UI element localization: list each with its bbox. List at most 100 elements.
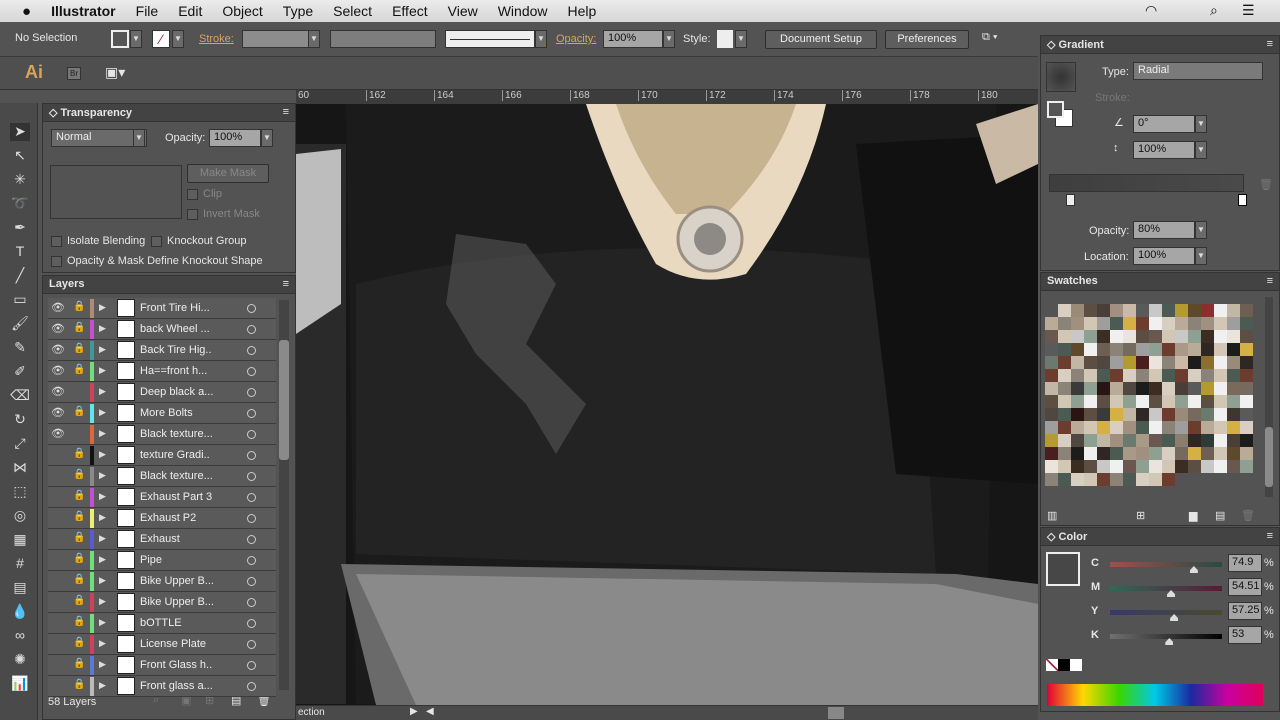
swatch[interactable] (1123, 343, 1136, 356)
swatch[interactable] (1175, 421, 1188, 434)
layer-name[interactable]: Exhaust (140, 533, 180, 545)
swatch[interactable] (1149, 317, 1162, 330)
menu-effect[interactable]: Effect (392, 3, 428, 19)
swatch[interactable] (1045, 382, 1058, 395)
swatch[interactable] (1136, 460, 1149, 473)
swatch[interactable] (1227, 317, 1240, 330)
layer-name[interactable]: More Bolts (140, 407, 193, 419)
swatch[interactable] (1162, 473, 1175, 486)
target-circle-icon[interactable] (247, 493, 256, 502)
horizontal-scrollbar[interactable] (828, 707, 844, 719)
swatch[interactable] (1097, 447, 1110, 460)
swatch[interactable] (1123, 369, 1136, 382)
stroke-dropdown[interactable]: ▼ (172, 30, 184, 48)
swatch[interactable] (1097, 330, 1110, 343)
opacity-label[interactable]: Opacity: (556, 33, 596, 45)
layer-name[interactable]: Deep black a... (140, 386, 213, 398)
swatch[interactable] (1149, 369, 1162, 382)
swatch[interactable] (1201, 447, 1214, 460)
menu-file[interactable]: File (136, 3, 159, 19)
target-circle-icon[interactable] (247, 430, 256, 439)
swatch[interactable] (1162, 369, 1175, 382)
swatch[interactable] (1136, 356, 1149, 369)
layer-name[interactable]: Back Tire Hig.. (140, 344, 212, 356)
scale-tool-icon[interactable]: ⤢ (10, 435, 30, 453)
layer-name[interactable]: Exhaust P2 (140, 512, 196, 524)
swatch[interactable] (1123, 304, 1136, 317)
swatch[interactable] (1110, 473, 1123, 486)
swatch[interactable] (1149, 408, 1162, 421)
swatch[interactable] (1162, 434, 1175, 447)
color-spectrum[interactable] (1047, 684, 1263, 706)
brush-dropdown[interactable]: ▼ (535, 30, 547, 48)
layer-row[interactable]: 🔒 ▶ Front Glass h.. (48, 655, 276, 676)
swatch[interactable] (1097, 408, 1110, 421)
channel-slider[interactable] (1110, 562, 1222, 567)
target-circle-icon[interactable] (247, 409, 256, 418)
swatch[interactable] (1240, 408, 1253, 421)
gradient-aspect-field[interactable]: 100% (1133, 141, 1195, 159)
swatch[interactable] (1097, 356, 1110, 369)
angle-dropdown[interactable]: ▼ (1195, 115, 1207, 133)
swatch[interactable] (1188, 356, 1201, 369)
brush-field[interactable] (445, 30, 535, 48)
swatch[interactable] (1110, 447, 1123, 460)
swatch[interactable] (1162, 460, 1175, 473)
swatch[interactable] (1123, 460, 1136, 473)
swatches-scrollbar[interactable] (1265, 297, 1273, 497)
swatch[interactable] (1045, 343, 1058, 356)
swatch[interactable] (1097, 369, 1110, 382)
swatch[interactable] (1227, 330, 1240, 343)
channel-slider[interactable] (1110, 586, 1222, 591)
swatch[interactable] (1214, 330, 1227, 343)
expand-arrow-icon[interactable]: ▶ (99, 554, 106, 565)
swatch[interactable] (1058, 447, 1071, 460)
layer-name[interactable]: Pipe (140, 554, 162, 566)
swatch[interactable] (1084, 330, 1097, 343)
target-circle-icon[interactable] (247, 661, 256, 670)
layer-row[interactable]: 🔒 ▶ Bike Upper B... (48, 571, 276, 592)
shape-builder-tool-icon[interactable]: ◎ (10, 507, 30, 525)
lock-icon[interactable]: 🔒 (73, 658, 85, 669)
swatch[interactable] (1110, 330, 1123, 343)
swatch[interactable] (1058, 317, 1071, 330)
lock-icon[interactable]: 🔒 (73, 322, 85, 333)
expand-arrow-icon[interactable]: ▶ (99, 575, 106, 586)
swatch[interactable] (1214, 460, 1227, 473)
blend-tool-icon[interactable]: ∞ (10, 627, 30, 645)
swatch[interactable] (1071, 343, 1084, 356)
expand-arrow-icon[interactable]: ▶ (99, 407, 106, 418)
white-swatch[interactable] (1070, 659, 1082, 671)
channel-value-field[interactable]: 74.9 (1228, 554, 1262, 572)
swatch[interactable] (1188, 343, 1201, 356)
swatch[interactable] (1136, 343, 1149, 356)
opacity-field[interactable]: 100% (603, 30, 663, 48)
swatch[interactable] (1045, 330, 1058, 343)
swatch[interactable] (1097, 304, 1110, 317)
swatch[interactable] (1201, 356, 1214, 369)
swatch[interactable] (1240, 395, 1253, 408)
swatch[interactable] (1175, 330, 1188, 343)
swatch[interactable] (1162, 343, 1175, 356)
delete-stop-icon[interactable]: 🗑 (1259, 178, 1273, 191)
expand-arrow-icon[interactable]: ▶ (99, 386, 106, 397)
swatch[interactable] (1175, 447, 1188, 460)
target-circle-icon[interactable] (247, 577, 256, 586)
swatch[interactable] (1240, 421, 1253, 434)
swatch[interactable] (1162, 382, 1175, 395)
swatches-tab[interactable]: Swatches ≡ (1041, 273, 1279, 291)
swatch[interactable] (1136, 447, 1149, 460)
swatch[interactable] (1084, 369, 1097, 382)
channel-value-field[interactable]: 53 (1228, 626, 1262, 644)
swatch[interactable] (1227, 408, 1240, 421)
swatch[interactable] (1201, 317, 1214, 330)
layer-name[interactable]: texture Gradi.. (140, 449, 210, 461)
swatch[interactable] (1110, 317, 1123, 330)
fill-color-preview[interactable] (1046, 552, 1080, 586)
swatch[interactable] (1084, 408, 1097, 421)
preferences-button[interactable]: Preferences (885, 30, 969, 49)
layer-row[interactable]: 🔒 ▶ Pipe (48, 550, 276, 571)
gradient-preview-swatch[interactable] (1046, 62, 1076, 92)
lock-icon[interactable]: 🔒 (73, 511, 85, 522)
swatch[interactable] (1071, 356, 1084, 369)
